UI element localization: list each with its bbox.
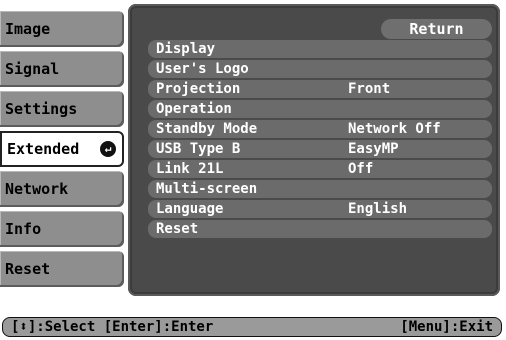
row-label: USB Type B [156,141,241,157]
menu-row-standby-mode[interactable]: Standby Mode Network Off [148,120,492,138]
row-label: Link 21L [156,161,224,177]
row-value: English [348,201,408,217]
tab-extended-label: Extended [7,140,80,158]
row-label: User's Logo [156,61,249,77]
tab-info[interactable]: Info [0,211,124,247]
row-label: Standby Mode [156,121,258,137]
help-select-enter: [⬍]:Select [Enter]:Enter [11,319,214,335]
row-label: Language [156,201,224,217]
row-value: Network Off [348,121,441,137]
menu-row-operation[interactable]: Operation [148,100,492,118]
row-value: EasyMP [348,141,399,157]
tab-info-label: Info [5,220,42,238]
row-label: Projection [156,81,241,97]
tab-signal-label: Signal [5,60,60,78]
help-bar: [⬍]:Select [Enter]:Enter [Menu]:Exit [2,317,502,337]
tab-extended[interactable]: Extended ↵ [0,131,124,167]
tab-image-label: Image [5,20,51,38]
tab-network[interactable]: Network [0,171,124,207]
menu-row-language[interactable]: Language English [148,200,492,218]
menu-row-display[interactable]: Display [148,40,492,58]
row-value: Off [348,161,374,177]
menu-row-link-21l[interactable]: Link 21L Off [148,160,492,178]
menu-row-usb-type-b[interactable]: USB Type B EasyMP [148,140,492,158]
menu-row-users-logo[interactable]: User's Logo [148,60,492,78]
return-button[interactable]: Return [381,19,492,39]
tab-image[interactable]: Image [0,11,124,47]
tab-settings-label: Settings [5,100,78,118]
tab-network-label: Network [5,180,69,198]
enter-icon: ↵ [100,141,116,157]
row-label: Multi-screen [156,181,258,197]
tab-settings[interactable]: Settings [0,91,124,127]
row-label: Reset [156,221,199,237]
menu-row-multi-screen[interactable]: Multi-screen [148,180,492,198]
row-value: Front [348,81,391,97]
tab-reset[interactable]: Reset [0,251,124,287]
menu-row-projection[interactable]: Projection Front [148,80,492,98]
row-label: Display [156,41,216,57]
help-exit: [Menu]:Exit [400,319,493,335]
tab-reset-label: Reset [5,260,51,278]
row-label: Operation [156,101,232,117]
menu-row-reset[interactable]: Reset [148,220,492,238]
tab-signal[interactable]: Signal [0,51,124,87]
